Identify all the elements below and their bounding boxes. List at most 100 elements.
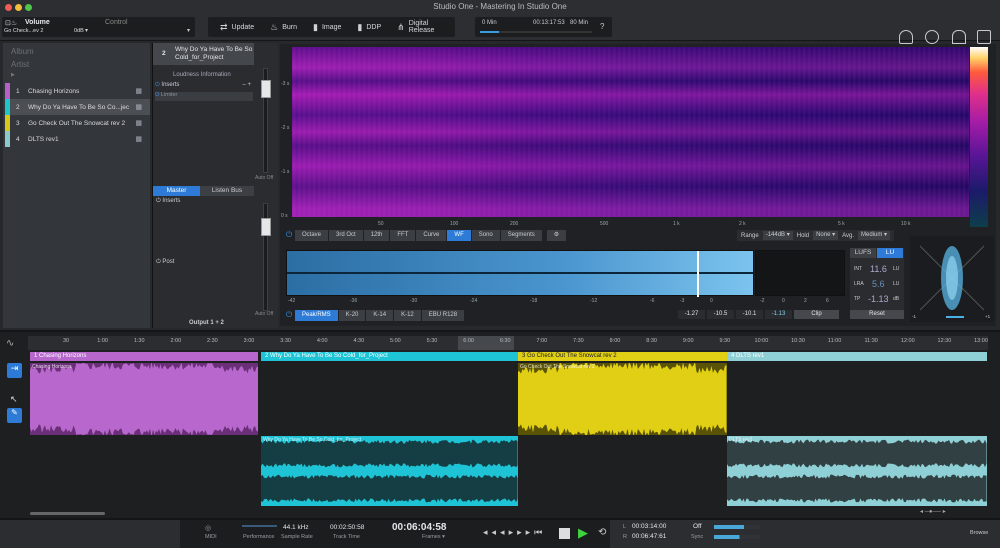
loop-right-value[interactable]: 00:06:47:61 [632, 533, 666, 540]
chevron-down-icon[interactable]: ▾ [85, 27, 88, 34]
frames-select[interactable]: Frames ▾ [422, 534, 445, 540]
automation-off-button[interactable]: Auto Off [255, 311, 273, 317]
artist-field[interactable]: Artist [11, 60, 29, 69]
add-insert-icon[interactable]: – + [242, 82, 251, 88]
hold-select[interactable]: None ▾ [813, 231, 839, 240]
power-icon[interactable]: ⏻ [155, 92, 159, 98]
update-button[interactable]: ⇄ Update [214, 17, 260, 37]
volume-control[interactable]: ⊡♨ Volume Control Go Check...ev 2 0dB ▾ … [2, 17, 195, 37]
digital-release-button[interactable]: ⋔ Digital Release [391, 17, 455, 37]
ruler-label: 1:30 [133, 338, 145, 344]
help-button[interactable]: ? [600, 22, 604, 31]
lu-toggle[interactable]: LU [877, 248, 903, 258]
zoom-slider[interactable]: ◂ ─●── ▸ [920, 508, 946, 515]
clip-button[interactable]: Clip [794, 310, 839, 319]
meter-mode-k-12[interactable]: K-12 [394, 310, 421, 321]
window-layout-icon[interactable] [977, 30, 991, 44]
clip-header[interactable]: 3 Go Check Out The Snowcat rev 2 [518, 352, 727, 361]
clip-header[interactable]: 2 Why Do Ya Have To Be So Cold_for_Proje… [261, 352, 518, 361]
audio-clip[interactable]: Why Do Ya Have To Be So Cold_for_Project [261, 436, 518, 506]
analyzer-settings-icon[interactable]: ⚙ [546, 230, 567, 241]
timeline-ruler[interactable]: 30 1:00 1:30 2:00 2:30 3:00 3:30 4:00 4:30 5:00 5:… [28, 336, 988, 350]
fader-handle[interactable] [261, 80, 271, 98]
frequency-label: 2 k [739, 221, 746, 227]
fast-forward-icon[interactable]: ▸▸ [509, 527, 526, 537]
power-icon[interactable]: ⏻ [284, 230, 294, 240]
track-list-item[interactable]: 4 DLTS rev1 ▦ [5, 131, 150, 147]
output-selector[interactable]: Output 1 + 2 [189, 320, 224, 326]
tab-listen-bus[interactable]: Listen Bus [200, 186, 254, 196]
fader-handle[interactable] [261, 218, 271, 236]
track-list-item[interactable]: 3 Go Check Out The Snowcat rev 2 ▦ [5, 115, 150, 131]
audio-clip[interactable]: Go Check Out The Snowcat rev 2 [518, 363, 727, 435]
meter-mode-k-20[interactable]: K-20 [338, 310, 366, 321]
loop-left-value[interactable]: 00:03:14:00 [632, 523, 666, 530]
user-icon[interactable] [899, 30, 913, 44]
loudness-information-toggle[interactable]: Loudness Information [173, 72, 231, 78]
album-field[interactable]: Album [11, 47, 34, 56]
power-icon[interactable]: ⏻ [156, 259, 161, 265]
play-button[interactable]: ▶ [578, 525, 588, 541]
snap-tool-button[interactable]: ⇥ [7, 363, 22, 378]
ruler-label: 5:00 [390, 338, 401, 344]
ruler-label: 2:30 [207, 338, 218, 344]
meter-mode-peak-rms[interactable]: Peak/RMS [295, 310, 338, 321]
lufs-toggle[interactable]: LUFS [850, 248, 876, 258]
track-list-item[interactable]: 2 Why Do Ya Have To Be So Co...jec ▦ [5, 99, 150, 115]
ddp-button[interactable]: ▮ DDP [351, 17, 387, 37]
image-icon: ▮ [313, 21, 318, 32]
browse-button[interactable]: Browse [970, 530, 988, 536]
chevron-down-icon[interactable]: ▾ [187, 27, 190, 34]
waveform-channel [727, 474, 987, 503]
pencil-tool-icon[interactable]: ✎ [7, 408, 22, 423]
horizontal-scrollbar[interactable] [30, 512, 105, 515]
fast-rewind-icon[interactable]: ◂◂ [492, 527, 509, 537]
frequency-label: 50 [378, 221, 384, 227]
mode-tab-octave[interactable]: Octave [295, 230, 329, 241]
forward-icon[interactable]: ▸ [526, 527, 535, 537]
mode-tab-curve[interactable]: Curve [416, 230, 447, 241]
audio-clip[interactable]: Chasing Horizons [30, 363, 258, 435]
track-number: 2 [16, 103, 20, 111]
mode-tab-sono[interactable]: Sono [471, 230, 500, 241]
meter-readouts: -1.27 -10.5 -10.1 -1.13 Clip [678, 310, 839, 319]
lra-unit: LU [893, 281, 900, 287]
metronome-bar[interactable] [714, 535, 760, 539]
automation-off-button[interactable]: Auto Off [255, 175, 273, 181]
gain-value[interactable]: 0dB [74, 28, 84, 34]
power-icon[interactable]: ⏻ [155, 82, 160, 88]
expand-icon[interactable]: ▶ [11, 72, 15, 78]
burn-button[interactable]: ♨ Burn [264, 17, 303, 37]
clip-header[interactable]: 4 DLTS rev1 [727, 352, 987, 361]
stop-button[interactable] [559, 528, 570, 539]
mode-tab-wf[interactable]: WF [447, 230, 471, 241]
loop-button[interactable]: ⟲ [598, 527, 606, 538]
control-label: Control [105, 19, 128, 26]
mode-tab-segments[interactable]: Segments [500, 230, 542, 241]
image-button[interactable]: ▮ Image [307, 17, 347, 37]
window-title: Studio One - Mastering In Studio One [433, 2, 567, 11]
meter-mode-k-14[interactable]: K-14 [366, 310, 394, 321]
audio-clip[interactable]: DLTS rev1 [727, 436, 987, 506]
mode-tab-3rd-oct[interactable]: 3rd Oct [329, 230, 363, 241]
meter-mode-ebu-r128[interactable]: EBU R128 [421, 310, 465, 321]
mode-tab-12th[interactable]: 12th [363, 230, 390, 241]
range-select[interactable]: -144dB ▾ [762, 231, 793, 240]
mode-tab-fft[interactable]: FFT [390, 230, 416, 241]
reset-button[interactable]: Reset [850, 310, 904, 319]
time-end: 80 Min [570, 20, 589, 26]
home-icon[interactable] [952, 30, 966, 44]
track-list-item[interactable]: 1 Chasing Horizons ▦ [5, 83, 150, 99]
power-icon[interactable]: ⏻ [156, 198, 161, 204]
rewind-icon[interactable]: ◂ [483, 527, 492, 537]
return-to-zero-icon[interactable]: ⏮ [534, 527, 546, 537]
power-icon[interactable]: ⏻ [284, 310, 294, 320]
envelope-icon[interactable]: ∿ [6, 338, 14, 349]
arrow-tool-icon[interactable]: ↖ [10, 394, 18, 405]
clip-header[interactable]: 1 Chasing Horizons [30, 352, 258, 361]
sync-icon[interactable] [925, 30, 939, 44]
avg-select[interactable]: Medium ▾ [858, 231, 891, 240]
ruler-label: 12:00 [900, 338, 915, 344]
tab-master[interactable]: Master [153, 186, 200, 196]
insert-slot-limiter[interactable]: ⏻ Limiter [155, 92, 253, 101]
